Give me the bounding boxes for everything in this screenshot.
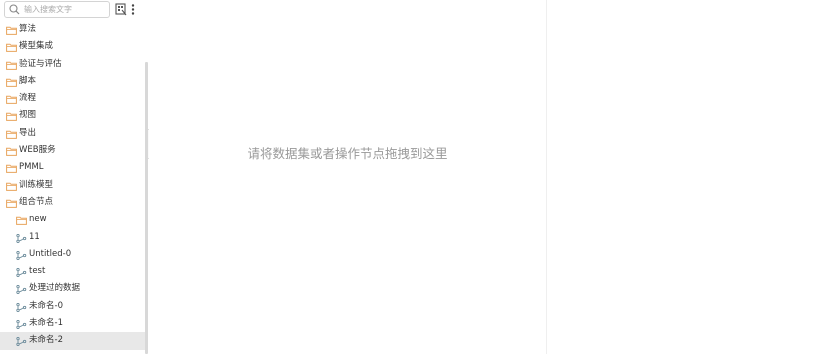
- node-tree: 算法模型集成验证与评估脚本流程视图导出 WEB服务 PMML 训练模型组合节点 new 1…: [0, 21, 146, 350]
- tree-folder-item[interactable]: new: [0, 211, 146, 228]
- sidebar: 算法模型集成验证与评估脚本流程视图导出 WEB服务 PMML 训练模型组合节点 new 1…: [0, 0, 148, 354]
- folder-icon: [6, 60, 17, 70]
- tree-folder-item[interactable]: 视图: [0, 107, 146, 124]
- tree-folder-item[interactable]: 模型集成: [0, 38, 146, 55]
- tree-node-item[interactable]: test: [0, 263, 146, 280]
- folder-icon: [6, 146, 17, 156]
- flow-node-icon: [16, 284, 27, 295]
- more-vertical-icon[interactable]: [129, 3, 137, 16]
- tree-item-label: 算法: [19, 24, 37, 34]
- folder-icon: [6, 94, 17, 105]
- flow-node-icon: [16, 319, 27, 330]
- flow-canvas[interactable]: 请将数据集或者操作节点拖拽到这里: [149, 0, 546, 354]
- tree-node-item[interactable]: 未命名-0: [0, 298, 146, 315]
- folder-icon: [6, 129, 17, 139]
- folder-icon: [6, 77, 17, 87]
- folder-icon: [6, 25, 17, 35]
- tree-folder-item[interactable]: 验证与评估: [0, 56, 146, 73]
- tree-folder-item[interactable]: PMML: [0, 159, 146, 176]
- search-box[interactable]: [4, 1, 110, 18]
- tree-item-label: WEB服务: [19, 145, 56, 156]
- tree-item-label: new: [29, 214, 47, 225]
- folder-icon: [6, 163, 17, 174]
- tree-item-label: 训练模型: [19, 179, 54, 190]
- tree-node-item[interactable]: 未命名-1: [0, 315, 146, 332]
- search-bar: [0, 0, 148, 20]
- tree-folder-item[interactable]: 算法: [0, 21, 146, 38]
- folder-icon: [16, 215, 27, 226]
- flow-node-icon: [16, 250, 27, 260]
- flow-node-icon: [16, 336, 27, 347]
- tree-folder-item[interactable]: WEB服务: [0, 142, 146, 159]
- tree-folder-item[interactable]: 流程: [0, 90, 146, 107]
- folder-icon: [6, 42, 17, 53]
- search-input[interactable]: [24, 3, 108, 16]
- tree-item-label: 未命名-1: [29, 318, 63, 329]
- flow-node-icon: [16, 302, 27, 312]
- tree-folder-item[interactable]: 脚本: [0, 73, 146, 90]
- sidebar-scrollbar[interactable]: [145, 62, 148, 354]
- tree-item-label: 脚本: [19, 75, 37, 86]
- tree-item-label: 导出: [19, 127, 37, 138]
- tree-node-item[interactable]: 处理过的数据: [0, 280, 146, 297]
- tree-item-label: 流程: [19, 93, 37, 104]
- properties-panel: [547, 0, 829, 354]
- tree-item-label: 组合节点: [19, 196, 54, 207]
- tree-folder-item[interactable]: 训练模型: [0, 177, 146, 194]
- canvas-empty-hint: 请将数据集或者操作节点拖拽到这里: [247, 146, 448, 161]
- folder-icon: [6, 181, 17, 191]
- search-icon: [9, 4, 20, 15]
- tree-item-label: 处理过的数据: [29, 283, 81, 294]
- tree-folder-item[interactable]: 导出: [0, 125, 146, 142]
- tree-item-label: Untitled-0: [29, 248, 72, 259]
- folder-icon: [6, 111, 17, 122]
- tree-item-label: 模型集成: [19, 41, 54, 52]
- tree-node-item[interactable]: 未命名-2: [0, 332, 146, 350]
- tree-item-label: 验证与评估: [19, 58, 62, 69]
- tree-item-label: 11: [29, 231, 40, 242]
- tree-item-label: 未命名-0: [29, 300, 63, 311]
- tree-folder-item[interactable]: 组合节点: [0, 194, 146, 211]
- grid-icon[interactable]: [115, 3, 127, 16]
- tree-item-label: 视图: [19, 110, 37, 121]
- tree-item-label: PMML: [19, 162, 44, 173]
- tree-node-item[interactable]: Untitled-0: [0, 246, 146, 263]
- tree-node-item[interactable]: 11: [0, 229, 146, 246]
- tree-item-label: test: [29, 266, 46, 277]
- flow-node-icon: [16, 233, 27, 243]
- flow-node-icon: [16, 267, 27, 278]
- folder-icon: [6, 198, 17, 208]
- tree-item-label: 未命名-2: [29, 335, 63, 346]
